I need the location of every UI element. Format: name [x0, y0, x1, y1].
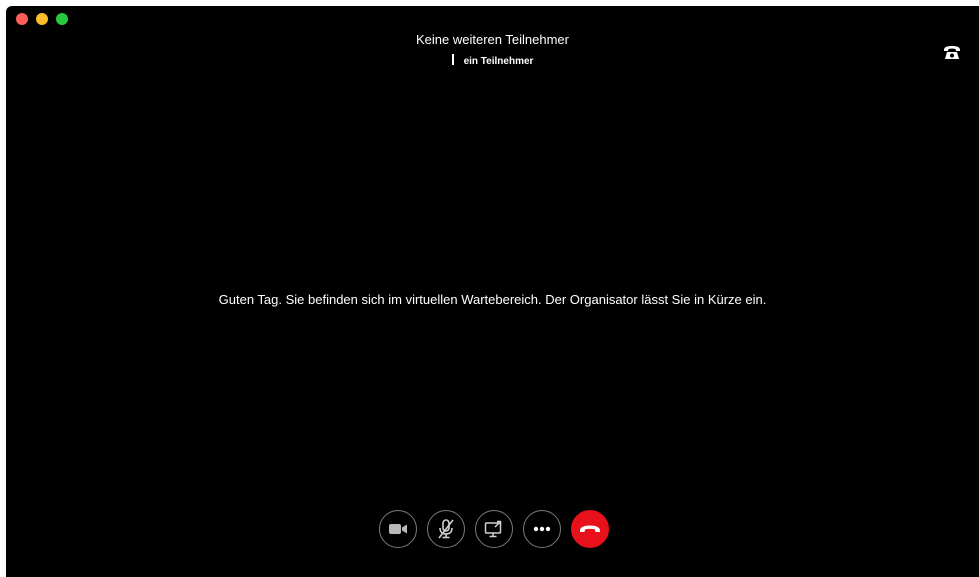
audio-connection-button[interactable]	[943, 45, 961, 61]
video-camera-icon	[389, 524, 407, 534]
meeting-title: Keine weiteren Teilnehmer	[416, 32, 569, 47]
lobby-message: Guten Tag. Sie befinden sich im virtuell…	[218, 292, 767, 307]
more-options-icon	[533, 526, 551, 532]
minimize-window-button[interactable]	[36, 13, 48, 25]
close-window-button[interactable]	[16, 13, 28, 25]
divider	[451, 54, 454, 65]
share-screen-button[interactable]	[475, 510, 513, 548]
window-controls	[16, 13, 68, 25]
participant-count: ein Teilnehmer	[6, 54, 979, 67]
video-button[interactable]	[379, 510, 417, 548]
participant-count-label: ein Teilnehmer	[463, 56, 534, 67]
share-screen-icon	[484, 520, 502, 538]
mute-button[interactable]	[427, 510, 465, 548]
hang-up-icon	[580, 525, 600, 532]
meeting-window: Keine weiteren Teilnehmer ein Teilnehmer…	[6, 6, 979, 577]
more-options-button[interactable]	[523, 510, 561, 548]
maximize-window-button[interactable]	[56, 13, 68, 25]
call-controls	[379, 510, 609, 548]
end-call-button[interactable]	[571, 510, 609, 548]
phone-icon	[944, 46, 960, 59]
microphone-muted-icon	[438, 519, 454, 539]
